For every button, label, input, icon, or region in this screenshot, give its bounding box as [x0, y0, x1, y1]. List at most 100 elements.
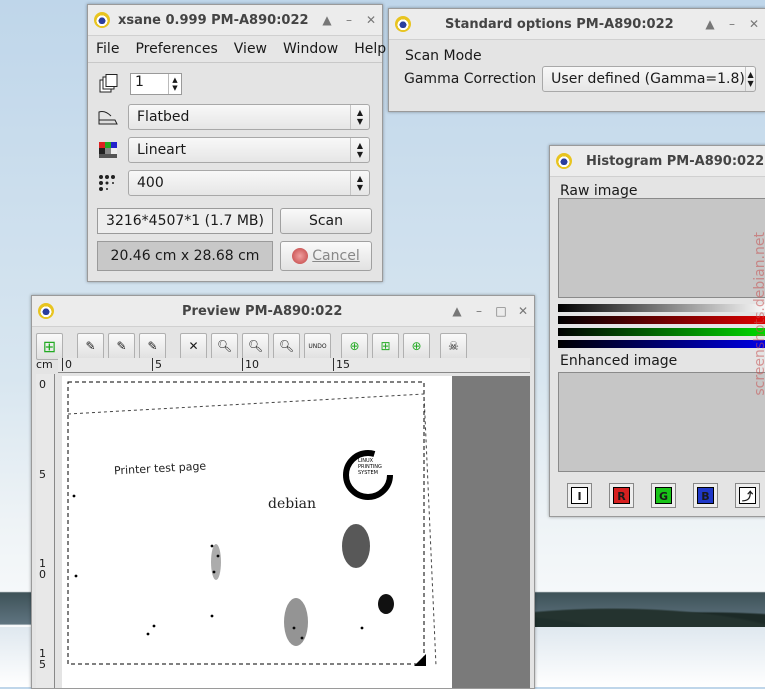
zoom-area-icon: 🔍︎ [278, 339, 295, 353]
watermark-text: screenshots.debian.net [752, 232, 765, 396]
mode-select[interactable]: Lineart ▲ ▼ [128, 136, 370, 163]
resolution-icon [94, 172, 122, 194]
intensity-label: I [571, 487, 588, 504]
pipette-white-button[interactable]: ✎ [77, 332, 104, 360]
copies-spinbutton[interactable]: 1 ▲ ▼ [130, 72, 182, 95]
xsane-app-icon [38, 303, 54, 319]
info-row-2: 20.46 cm x 28.68 cm Cancel [97, 241, 382, 271]
crosshair-plus-icon: ⊞ [42, 336, 57, 356]
delete-preview-button[interactable]: ☠ [440, 332, 467, 360]
source-value: Flatbed [137, 108, 190, 125]
log-curve-button[interactable]: ⤴ [735, 483, 760, 508]
pipette-icon: ✎ [147, 339, 158, 353]
zoom-out-button[interactable]: 🔍︎ [211, 332, 238, 360]
gamma-select[interactable]: User defined (Gamma=1.8) ▲ ▼ [542, 66, 757, 92]
gamma-label: Gamma Correction [404, 71, 537, 87]
intensity-button[interactable]: I [567, 483, 592, 508]
scanned-page-content [67, 381, 437, 667]
add-selection-button[interactable]: ⊞ [36, 332, 63, 360]
cancel-label: Cancel [312, 248, 360, 264]
minimize-icon[interactable]: – [721, 17, 743, 31]
preview-toolbar: ⊞ ✎ ✎ ✎ ✕ 🔍︎ 🔍︎ 🔍︎ UNDO ⊕ ⊞ ⊕ ☠ [32, 327, 534, 361]
preview-titlebar[interactable]: Preview PM-A890:022 ▲ – □ ✕ [32, 296, 534, 327]
menu-help[interactable]: Help [346, 41, 394, 57]
raw-image-label: Raw image [560, 183, 638, 199]
select-center-button[interactable]: ⊕ [403, 332, 430, 360]
preview-canvas[interactable]: Printer test page debian LINUX PRINTING … [62, 376, 530, 688]
xsane-titlebar[interactable]: xsane 0.999 PM-A890:022 ▲ – ✕ [88, 5, 382, 36]
menu-file[interactable]: File [88, 41, 127, 57]
resolution-row: 400 ▲ ▼ [88, 166, 382, 199]
xsane-app-icon [395, 16, 411, 32]
scan-mode-group-label: Scan Mode [405, 48, 482, 64]
close-icon[interactable]: ✕ [360, 13, 382, 27]
horizontal-ruler: 0 5 10 15 [58, 358, 530, 373]
maximize-icon[interactable]: ▲ [446, 304, 468, 318]
dimensions-display: 20.46 cm x 28.68 cm [97, 241, 273, 271]
menu-view[interactable]: View [226, 41, 275, 57]
chevron-updown-icon: ▲ ▼ [350, 137, 369, 162]
restore-icon[interactable]: □ [490, 304, 512, 318]
watermark: screenshots.debian.net [741, 232, 765, 472]
scan-button[interactable]: Scan [280, 208, 372, 234]
blue-label: B [697, 487, 714, 504]
standard-options-window: Standard options PM-A890:022 ▲ – ✕ Scan … [388, 8, 765, 112]
preview-window: Preview PM-A890:022 ▲ – □ ✕ ⊞ ✎ ✎ ✎ ✕ 🔍︎… [31, 295, 535, 689]
zoom-in-icon: 🔍︎ [247, 339, 264, 353]
pipette-black-button[interactable]: ✎ [139, 332, 166, 360]
menubar: File Preferences View Window Help [88, 36, 386, 63]
skull-icon: ☠ [448, 339, 459, 353]
zoom-area-button[interactable]: 🔍︎ [273, 332, 300, 360]
source-select[interactable]: Flatbed ▲ ▼ [128, 103, 370, 130]
maximize-icon[interactable]: ▲ [699, 17, 721, 31]
cancel-button[interactable]: Cancel [280, 241, 372, 271]
histogram-channel-buttons: I R G B ⤴ [567, 483, 760, 508]
spin-arrows-icon[interactable]: ▲ ▼ [168, 73, 181, 94]
copies-icon [94, 73, 122, 95]
flatbed-icon [94, 106, 122, 128]
chevron-updown-icon: ▲ ▼ [350, 104, 369, 129]
menu-window[interactable]: Window [275, 41, 346, 57]
mode-row: Lineart ▲ ▼ [88, 133, 382, 166]
gamma-row: Gamma Correction User defined (Gamma=1.8… [404, 66, 765, 92]
zoom-in-button[interactable]: 🔍︎ [242, 332, 269, 360]
blue-button[interactable]: B [693, 483, 718, 508]
pipette-gray-button[interactable]: ✎ [108, 332, 135, 360]
close-icon[interactable]: ✕ [743, 17, 765, 31]
maximize-icon[interactable]: ▲ [316, 13, 338, 27]
xsane-main-window: xsane 0.999 PM-A890:022 ▲ – ✕ File Prefe… [87, 4, 386, 282]
minimize-icon[interactable]: – [338, 13, 360, 27]
standard-options-titlebar[interactable]: Standard options PM-A890:022 ▲ – ✕ [389, 9, 765, 40]
xsane-app-icon [94, 12, 110, 28]
minimize-icon[interactable]: – [468, 304, 490, 318]
histogram-window: Histogram PM-A890:022 Raw image Enhanced… [549, 145, 765, 517]
resolution-value: 400 [137, 174, 164, 191]
vertical-ruler: 0 5 1 0 1 5 [36, 374, 55, 688]
select-full-icon: ⊞ [380, 339, 391, 353]
zoom-undo-button[interactable]: UNDO [304, 332, 331, 360]
page-logo-text: LINUX PRINTING SYSTEM [358, 458, 382, 476]
scanned-page: Printer test page debian LINUX PRINTING … [62, 376, 452, 688]
menu-preferences[interactable]: Preferences [127, 41, 225, 57]
green-button[interactable]: G [651, 483, 676, 508]
h-tick-0: 0 [62, 358, 72, 371]
gradient-blue [558, 340, 765, 348]
autoselect-button[interactable]: ⊕ [341, 332, 368, 360]
zoom-out-icon: 🔍︎ [216, 339, 233, 353]
histogram-titlebar[interactable]: Histogram PM-A890:022 [550, 146, 765, 177]
close-icon[interactable]: ✕ [512, 304, 534, 318]
resolution-select[interactable]: 400 ▲ ▼ [128, 169, 370, 196]
gamma-value: User defined (Gamma=1.8) [551, 71, 745, 87]
red-button[interactable]: R [609, 483, 634, 508]
window-title: Histogram PM-A890:022 [586, 153, 765, 169]
zoom-undo-label: UNDO [308, 342, 327, 350]
autoselect-icon: ⊕ [349, 339, 360, 353]
select-full-button[interactable]: ⊞ [372, 332, 399, 360]
rotate-button[interactable]: ✕ [180, 332, 207, 360]
v-tick-10: 1 0 [39, 557, 46, 581]
scan-mode-group: Scan Mode Gamma Correction User defined … [389, 40, 765, 92]
gradient-red [558, 316, 765, 324]
window-title: Standard options PM-A890:022 [445, 16, 674, 32]
chevron-updown-icon: ▲ ▼ [350, 170, 369, 195]
rotate-icon: ✕ [188, 339, 199, 353]
